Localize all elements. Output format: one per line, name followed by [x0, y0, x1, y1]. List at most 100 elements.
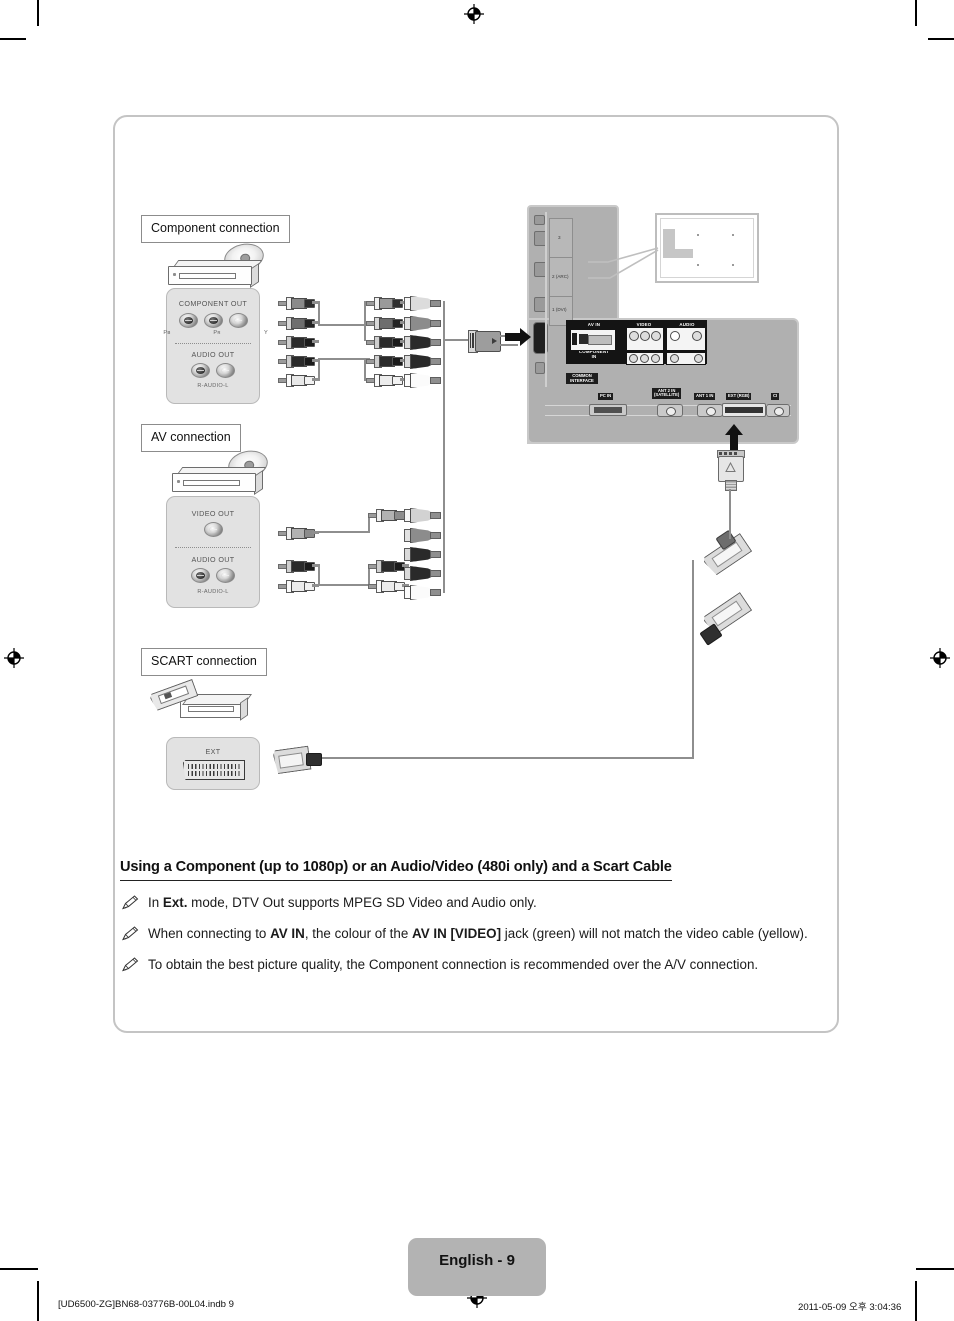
tv-bottom-port-label-pc-in: PC IN — [598, 393, 614, 400]
note-text-prefix: In — [148, 895, 163, 910]
crop-mark-top-left-horizontal — [0, 38, 26, 40]
tv-rear-view-inset — [655, 213, 759, 283]
note-text-mid-2: jack (green) will not match the video ca… — [501, 925, 808, 941]
av-audio-label: R-AUDIO-L — [197, 589, 229, 595]
tv-bottom-jack-ant2 — [657, 404, 683, 417]
pencil-icon — [122, 957, 139, 972]
tv-bottom-port-label-ant1: ANT 1 IN — [694, 393, 716, 400]
tv-common-interface-label: COMMON INTERFACE — [566, 373, 598, 385]
av-wire-audio-v — [318, 564, 320, 586]
tv-comp-jack-pr — [651, 354, 660, 363]
pencil-icon — [122, 895, 139, 910]
footer-file-info: [UD6500-ZG]BN68-03776B-00L04.indb 9 — [58, 1299, 234, 1310]
note-text-prefix: To obtain the best picture quality, the … — [148, 956, 759, 972]
scart-cable-plug-left — [274, 744, 326, 778]
registration-mark-left — [4, 648, 24, 668]
scart-adapter-plug-upper — [699, 595, 758, 647]
note-text-bold: Ext. — [162, 895, 188, 910]
scart-cable-horizontal — [322, 757, 694, 759]
arrow-into-ext-rgb — [725, 424, 743, 450]
component-audio-label: R-AUDIO-L — [197, 383, 229, 389]
av-in-connector-graphic — [572, 332, 612, 346]
deck-indicator — [177, 480, 180, 483]
tv-bottom-jack-ci — [766, 404, 790, 417]
crop-mark-top-right-horizontal — [928, 38, 954, 40]
section-title-component-connection: Component connection — [141, 215, 290, 243]
component-audio-out-title: AUDIO OUT — [191, 350, 235, 359]
component-jack-pb — [179, 313, 198, 328]
hdmi-port-label-1: 1 (DVI) — [552, 307, 567, 312]
note-item: In Ext. mode, DTV Out supports MPEG SD V… — [120, 894, 836, 912]
tv-bottom-jack-pc-in — [589, 404, 627, 416]
note-text-bold: AV IN — [270, 925, 305, 941]
tv-side-port-1 — [534, 215, 545, 225]
av-wire-video-h — [318, 531, 370, 533]
section-title-scart-connection: SCART connection — [141, 648, 267, 676]
component-audio-jack-l — [216, 363, 235, 378]
ext-label: EXT — [205, 747, 221, 756]
component-wire-v3 — [364, 301, 366, 341]
arrow-into-av-in — [505, 328, 531, 346]
tv-bottom-port-label-ci: CI — [771, 393, 780, 400]
panel-divider — [175, 547, 251, 548]
component-bundle-h — [443, 339, 471, 341]
registration-mark-right — [930, 648, 950, 668]
footer-rule-right — [916, 1268, 954, 1270]
scart-ext-jack-panel: EXT — [166, 737, 260, 790]
tv-comp-jack-y — [629, 354, 638, 363]
deck-indicator — [173, 273, 176, 276]
component-wire-v2 — [318, 359, 320, 381]
crop-mark-top-right-vertical — [915, 0, 917, 26]
hdmi-port-label-2: 2 (ARC) — [552, 274, 569, 279]
ext-adapter-lead — [729, 489, 731, 539]
scart-cable-vertical — [692, 560, 694, 759]
crop-mark-top-left-vertical — [37, 0, 39, 26]
component-wire-v1 — [318, 301, 320, 325]
tv-comp-jack-pb — [640, 354, 649, 363]
component-audio-jack-r — [191, 363, 210, 378]
note-text-mid: mode, DTV Out supports MPEG SD Video and… — [187, 895, 537, 910]
tv-bottom-jack-ant1 — [697, 404, 723, 417]
tv-bottom-port-label-ant2: ANT 2 IN (SATELLITE) — [652, 388, 682, 399]
component-wire-v4 — [364, 359, 366, 381]
note-text-mid: , the colour of the — [304, 925, 413, 941]
note-item: When connecting to AV IN, the colour of … — [120, 925, 836, 943]
panel-divider — [175, 343, 251, 344]
av-out-jack-panel: VIDEO OUT AUDIO OUT R-AUDIO-L — [166, 496, 260, 608]
crop-mark-bottom-right-vertical — [915, 1281, 917, 1321]
component-tv-connector — [468, 330, 502, 353]
component-out-jack-panel: COMPONENT OUT Pʙ Pʀ Y AUDIO OUT R-AUDIO-… — [163, 288, 268, 404]
section-heading: Using a Component (up to 1080p) or an Au… — [120, 859, 672, 881]
av-audio-jack-r — [191, 568, 210, 583]
tv-video-jack-2 — [640, 331, 650, 341]
inset-leader-lines — [588, 247, 659, 279]
component-wire-h2 — [318, 358, 370, 360]
tv-bottom-jack-ext-rgb — [722, 403, 766, 417]
body-text-block: Using a Component (up to 1080p) or an Au… — [120, 858, 836, 974]
page-number-label: English - 9 — [439, 1252, 515, 1269]
component-out-title: COMPONENT OUT — [178, 299, 248, 308]
av-wire-audio-h — [318, 584, 370, 586]
pencil-icon — [122, 926, 139, 941]
av-video-out-jack — [204, 522, 223, 537]
tv-video-jack-3 — [651, 331, 661, 341]
av-bundle-v — [443, 513, 445, 593]
footer-rule-left — [0, 1268, 38, 1270]
tv-video-jack-1 — [629, 331, 639, 341]
warning-triangle-icon — [725, 462, 736, 472]
tv-comp-audio-jack-l — [670, 354, 679, 363]
tv-bottom-port-label-ext-rgb: EXT (RGB) — [726, 393, 752, 400]
tv-side-port-6 — [535, 362, 545, 374]
section-title-av-connection: AV connection — [141, 424, 241, 452]
deck-tray — [179, 273, 236, 279]
component-in-label: COMPONENT IN — [578, 349, 610, 359]
component-jack-label-y: Y — [263, 330, 269, 336]
page-number-badge: English - 9 — [408, 1238, 546, 1296]
av-audio-jack-l — [216, 568, 235, 583]
hdmi-port-label-3: 3 — [558, 235, 561, 240]
scart-adapter-plug-lower — [700, 529, 758, 588]
ext-adapter-module — [716, 450, 745, 491]
av-audio-out-title: AUDIO OUT — [191, 555, 235, 564]
tv-comp-audio-jack-r — [694, 354, 703, 363]
deck-tray — [183, 480, 240, 486]
